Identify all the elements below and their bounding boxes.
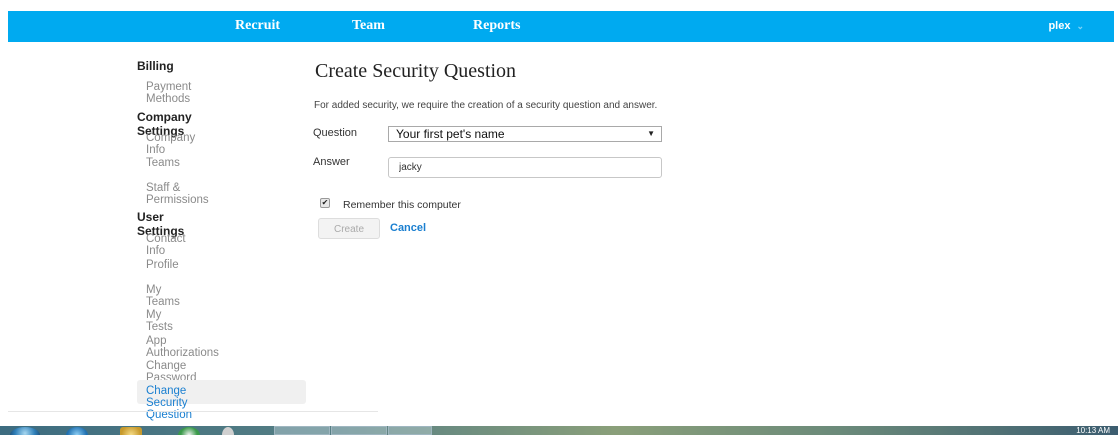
taskbar-window-button[interactable] bbox=[388, 426, 432, 435]
media-icon[interactable] bbox=[222, 427, 234, 435]
sidebar-item-profile[interactable]: Profile bbox=[146, 259, 179, 271]
sidebar-item-my-tests[interactable]: My Tests bbox=[146, 309, 173, 333]
chevron-down-icon: ⌄ bbox=[1076, 21, 1084, 31]
create-button[interactable]: Create bbox=[318, 218, 380, 239]
nav-link-team[interactable]: Team bbox=[352, 18, 385, 34]
sidebar-item-staff-permissions[interactable]: Staff & Permissions bbox=[146, 182, 209, 206]
start-orb-icon[interactable] bbox=[10, 427, 40, 435]
sidebar-item-app-authorizations[interactable]: App Authorizations bbox=[146, 335, 219, 359]
user-menu[interactable]: plex ⌄ bbox=[1048, 20, 1084, 32]
question-select[interactable]: Your first pet's name ▼ bbox=[388, 126, 662, 142]
answer-input[interactable] bbox=[388, 157, 662, 178]
nav-link-recruit[interactable]: Recruit bbox=[235, 18, 280, 34]
chrome-icon[interactable] bbox=[178, 427, 200, 435]
taskbar-window-button[interactable] bbox=[274, 426, 330, 435]
user-name: plex bbox=[1048, 20, 1071, 32]
sidebar-item-company-info[interactable]: Company Info bbox=[146, 132, 195, 156]
cancel-link[interactable]: Cancel bbox=[390, 222, 426, 234]
remember-computer-label: Remember this computer bbox=[343, 199, 461, 211]
sidebar-divider bbox=[8, 411, 378, 412]
taskbar-window-button[interactable] bbox=[331, 426, 387, 435]
answer-label: Answer bbox=[313, 156, 350, 168]
nav-link-reports[interactable]: Reports bbox=[473, 18, 520, 34]
system-clock[interactable]: 10:13 AM bbox=[1076, 426, 1110, 435]
remember-computer-checkbox[interactable]: ✔ bbox=[320, 198, 330, 208]
folder-icon[interactable] bbox=[120, 427, 142, 435]
sidebar-item-teams[interactable]: Teams bbox=[146, 157, 180, 169]
sidebar-item-my-teams[interactable]: My Teams bbox=[146, 284, 180, 308]
sidebar-item-change-security-question[interactable]: Change Security Question bbox=[146, 385, 192, 421]
sidebar-heading-billing: Billing bbox=[137, 59, 174, 73]
os-taskbar: 10:13 AM bbox=[0, 426, 1118, 435]
ie-icon[interactable] bbox=[66, 427, 88, 435]
top-nav-bar: Recruit Team Reports plex ⌄ bbox=[8, 11, 1114, 42]
sidebar-item-payment-methods[interactable]: Payment Methods bbox=[146, 81, 191, 105]
intro-text: For added security, we require the creat… bbox=[314, 100, 658, 111]
dropdown-arrow-icon: ▼ bbox=[647, 129, 655, 138]
question-select-value: Your first pet's name bbox=[396, 127, 505, 141]
question-label: Question bbox=[313, 127, 358, 139]
sidebar-item-contact-info[interactable]: Contact Info bbox=[146, 233, 186, 257]
page-title: Create Security Question bbox=[315, 60, 517, 82]
